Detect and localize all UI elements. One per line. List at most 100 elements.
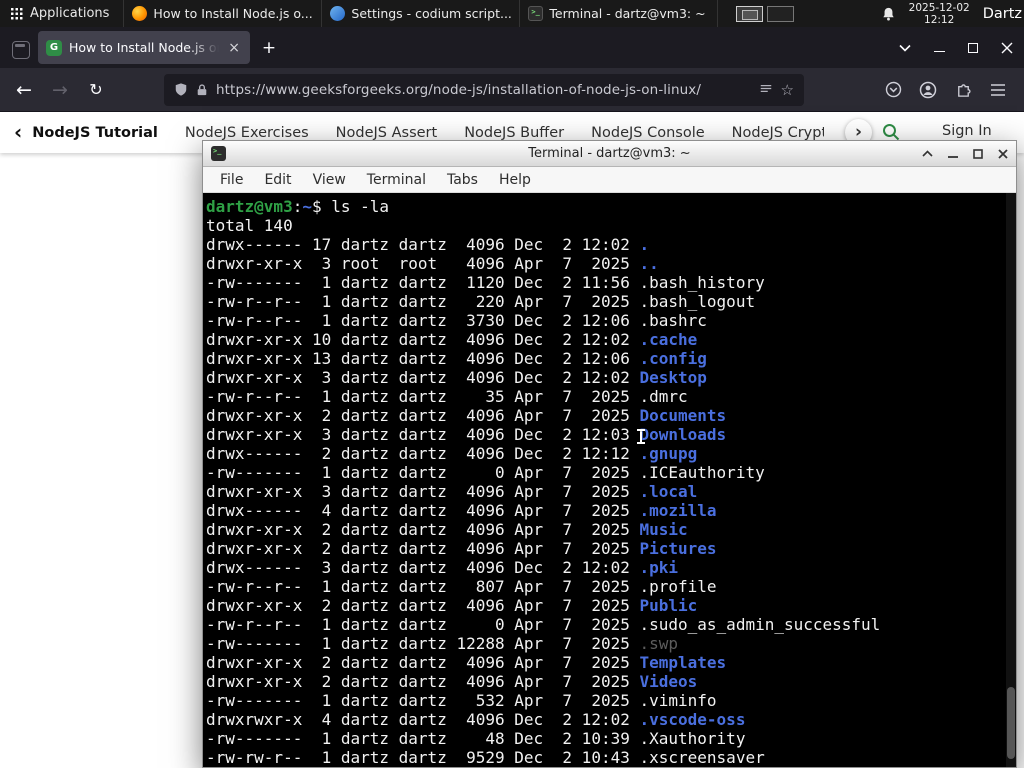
bookmark-star-icon[interactable]: ☆ bbox=[781, 81, 794, 99]
gfg-nav-item[interactable]: NodeJS Exercises bbox=[185, 125, 309, 141]
gfg-nav-item[interactable]: NodeJS Assert bbox=[336, 125, 438, 141]
task-list: How to Install Node.js o... Settings - co… bbox=[123, 0, 719, 27]
terminal-line: drwxr-xr-x 13 dartz dartz 4096 Dec 2 12:… bbox=[206, 349, 1016, 368]
file-name: .bashrc bbox=[639, 311, 707, 330]
menu-hamburger-icon[interactable] bbox=[982, 74, 1014, 106]
terminal-line: drwx------ 17 dartz dartz 4096 Dec 2 12:… bbox=[206, 235, 1016, 254]
forward-button[interactable]: → bbox=[44, 74, 76, 106]
file-name: Videos bbox=[639, 672, 698, 691]
file-name: Public bbox=[639, 596, 698, 615]
tracking-shield-icon[interactable] bbox=[174, 82, 188, 97]
terminal-shade-icon[interactable] bbox=[922, 150, 933, 157]
file-name: .sudo_as_admin_successful bbox=[639, 615, 881, 634]
terminal-menu-edit[interactable]: Edit bbox=[264, 172, 291, 188]
line-meta: drwx------ 3 dartz dartz 4096 Dec 2 12:0… bbox=[206, 558, 640, 577]
terminal-line: drwxr-xr-x 2 dartz dartz 4096 Apr 7 2025… bbox=[206, 539, 1016, 558]
terminal-app-icon bbox=[211, 146, 226, 161]
line-meta: -rw-r--r-- 1 dartz dartz 220 Apr 7 2025 bbox=[206, 292, 640, 311]
terminal-line: drwxrwxr-x 4 dartz dartz 4096 Dec 2 12:0… bbox=[206, 710, 1016, 729]
gfg-scroll-left-icon[interactable]: ‹ bbox=[0, 120, 26, 146]
reload-button[interactable]: ↻ bbox=[80, 74, 112, 106]
task-title: Terminal - dartz@vm3: ~ bbox=[549, 6, 706, 21]
file-name: Downloads bbox=[639, 425, 727, 444]
panel-clock[interactable]: 2025-12-02 12:12 bbox=[909, 2, 970, 26]
url-text[interactable]: https://www.geeksforgeeks.org/node-js/in… bbox=[216, 82, 751, 98]
reader-view-icon[interactable] bbox=[759, 83, 773, 97]
terminal-title-bar[interactable]: Terminal - dartz@vm3: ~ bbox=[203, 141, 1016, 167]
file-name: .profile bbox=[639, 577, 717, 596]
terminal-line: -rw-r--r-- 1 dartz dartz 35 Apr 7 2025 .… bbox=[206, 387, 1016, 406]
tab-close-icon[interactable]: × bbox=[226, 40, 242, 56]
terminal-scrollbar[interactable] bbox=[1006, 193, 1016, 767]
line-meta: -rw------- 1 dartz dartz 532 Apr 7 2025 bbox=[206, 691, 640, 710]
terminal-scrollbar-thumb[interactable] bbox=[1007, 686, 1015, 759]
line-meta: -rw------- 1 dartz dartz 48 Dec 2 10:39 bbox=[206, 729, 640, 748]
line-meta: drwxr-xr-x 3 dartz dartz 4096 Apr 7 2025 bbox=[206, 482, 640, 501]
workspace-switcher[interactable] bbox=[736, 5, 795, 22]
terminal-line: drwxr-xr-x 2 dartz dartz 4096 Apr 7 2025… bbox=[206, 596, 1016, 615]
line-meta: -rw-r--r-- 1 dartz dartz 35 Apr 7 2025 bbox=[206, 387, 640, 406]
terminal-screen[interactable]: dartz@vm3:~$ ls -la total 140 drwx------… bbox=[203, 193, 1016, 767]
terminal-menu-tabs[interactable]: Tabs bbox=[447, 172, 478, 188]
terminal-maximize-icon[interactable] bbox=[973, 148, 983, 159]
file-name: . bbox=[639, 235, 650, 254]
workspace-2[interactable] bbox=[767, 5, 795, 22]
panel-time: 12:12 bbox=[924, 13, 955, 26]
url-bar[interactable]: https://www.geeksforgeeks.org/node-js/in… bbox=[164, 73, 804, 106]
gfg-nav-item[interactable]: NodeJS Crypto bbox=[732, 125, 825, 141]
close-button[interactable] bbox=[990, 27, 1024, 68]
line-meta: drwxr-xr-x 2 dartz dartz 4096 Apr 7 2025 bbox=[206, 520, 640, 539]
gfg-sign-in-link[interactable]: Sign In bbox=[942, 123, 992, 139]
file-name: .swp bbox=[639, 634, 679, 653]
terminal-minimize-icon[interactable] bbox=[948, 149, 958, 159]
terminal-window-controls bbox=[922, 148, 1008, 159]
prompt-user-host: dartz@vm3 bbox=[206, 197, 293, 216]
task-title: How to Install Node.js o... bbox=[153, 6, 313, 21]
task-button-firefox[interactable]: How to Install Node.js o... bbox=[124, 0, 323, 27]
task-button-terminal[interactable]: Terminal - dartz@vm3: ~ bbox=[520, 0, 719, 27]
applications-grid-icon bbox=[10, 7, 23, 20]
tab-title: How to Install Node.js on bbox=[69, 40, 220, 55]
gfg-nav-item[interactable]: NodeJS Buffer bbox=[464, 125, 564, 141]
applications-menu[interactable]: Applications bbox=[0, 0, 119, 27]
gfg-nav-item[interactable]: NodeJS Console bbox=[591, 125, 705, 141]
extensions-icon[interactable] bbox=[947, 74, 979, 106]
file-name: Pictures bbox=[639, 539, 717, 558]
list-all-tabs-icon[interactable] bbox=[888, 27, 922, 68]
line-meta: -rw-r--r-- 1 dartz dartz 0 Apr 7 2025 bbox=[206, 615, 640, 634]
terminal-line: -rw-r--r-- 1 dartz dartz 3730 Dec 2 12:0… bbox=[206, 311, 1016, 330]
terminal-title: Terminal - dartz@vm3: ~ bbox=[528, 146, 691, 161]
file-name: Music bbox=[639, 520, 688, 539]
browser-tab-active[interactable]: How to Install Node.js on × bbox=[38, 31, 250, 64]
terminal-line: -rw------- 1 dartz dartz 1120 Dec 2 11:5… bbox=[206, 273, 1016, 292]
line-meta: drwxr-xr-x 13 dartz dartz 4096 Dec 2 12:… bbox=[206, 349, 640, 368]
maximize-button[interactable] bbox=[956, 27, 990, 68]
terminal-menu-terminal[interactable]: Terminal bbox=[367, 172, 426, 188]
line-meta: drwxr-xr-x 3 dartz dartz 4096 Dec 2 12:0… bbox=[206, 368, 640, 387]
pocket-icon[interactable] bbox=[877, 74, 909, 106]
terminal-line: -rw------- 1 dartz dartz 12288 Apr 7 202… bbox=[206, 634, 1016, 653]
file-name: .. bbox=[639, 254, 659, 273]
terminal-menu-view[interactable]: View bbox=[313, 172, 346, 188]
minimize-button[interactable] bbox=[922, 27, 956, 68]
terminal-close-icon[interactable] bbox=[998, 148, 1008, 159]
file-name: .pki bbox=[639, 558, 679, 577]
workspace-1[interactable] bbox=[736, 5, 764, 22]
terminal-menu-file[interactable]: File bbox=[220, 172, 243, 188]
lock-icon[interactable] bbox=[196, 83, 208, 97]
line-meta: drwx------ 17 dartz dartz 4096 Dec 2 12:… bbox=[206, 235, 640, 254]
panel-user-label[interactable]: Dartz bbox=[983, 6, 1022, 22]
terminal-menu-help[interactable]: Help bbox=[499, 172, 531, 188]
notification-bell-icon[interactable] bbox=[881, 6, 896, 22]
terminal-listing: drwx------ 17 dartz dartz 4096 Dec 2 12:… bbox=[206, 235, 1016, 767]
terminal-line: drwxr-xr-x 2 dartz dartz 4096 Apr 7 2025… bbox=[206, 653, 1016, 672]
gfg-nav-item[interactable]: NodeJS Tutorial bbox=[32, 125, 158, 141]
toolbar-right-icons bbox=[877, 74, 1016, 106]
task-button-settings[interactable]: Settings - codium script... bbox=[322, 0, 521, 27]
terminal-line: drwxr-xr-x 3 dartz dartz 4096 Dec 2 12:0… bbox=[206, 425, 1016, 444]
new-tab-button[interactable]: + bbox=[256, 35, 282, 61]
firefox-view-icon[interactable] bbox=[12, 41, 30, 59]
account-icon[interactable] bbox=[912, 74, 944, 106]
line-meta: -rw------- 1 dartz dartz 0 Apr 7 2025 bbox=[206, 463, 640, 482]
back-button[interactable]: ← bbox=[8, 74, 40, 106]
